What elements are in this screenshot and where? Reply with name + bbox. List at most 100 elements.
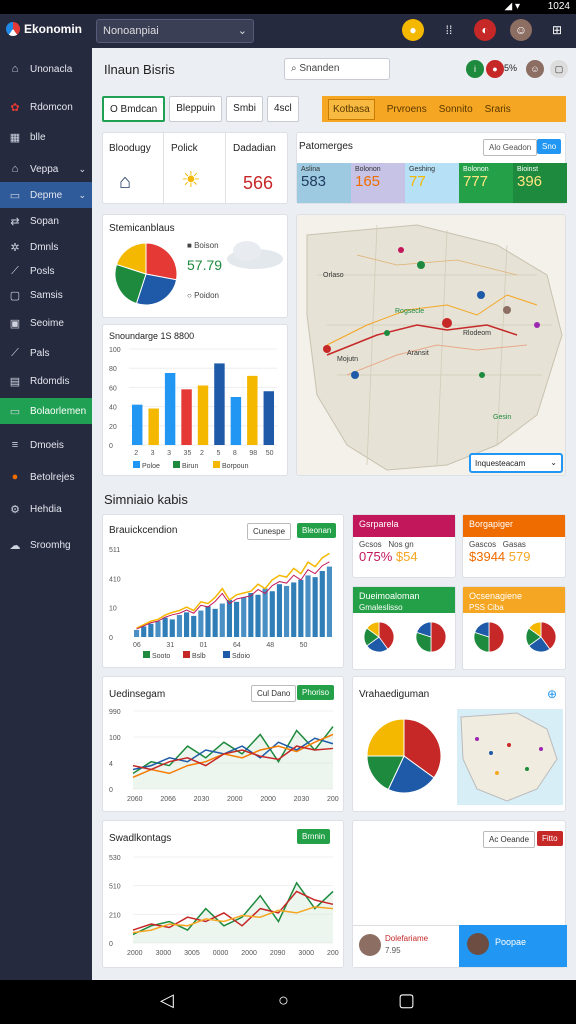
data-button[interactable]: Cul Dano: [251, 685, 297, 702]
bar[interactable]: [226, 600, 232, 637]
bar[interactable]: [241, 597, 247, 637]
sidebar-item-sroomhg[interactable]: ☁ Sroomhg: [0, 532, 92, 558]
bar[interactable]: [134, 629, 140, 637]
bar[interactable]: [148, 623, 154, 637]
sidebar-item-depme[interactable]: ▭ Depme ⌄: [0, 182, 92, 208]
compare-button[interactable]: Cunespe: [247, 523, 292, 540]
tab-fourth[interactable]: 4scl: [266, 96, 299, 122]
bar[interactable]: [169, 619, 175, 637]
sidebar-item-samsis[interactable]: ▢ Samsis: [0, 282, 92, 308]
bar[interactable]: [197, 385, 209, 445]
sidebar-item-hehdia[interactable]: ⚙ Hehdia: [0, 496, 92, 522]
more-icon[interactable]: ▢: [550, 60, 568, 78]
pie-slice[interactable]: [145, 243, 177, 281]
bar[interactable]: [262, 588, 268, 637]
ranges-button[interactable]: Alo Geadon: [483, 139, 538, 156]
bar[interactable]: [184, 612, 190, 637]
pie-slice[interactable]: [430, 621, 447, 653]
tab-prvroens[interactable]: Prvroens: [387, 104, 427, 115]
bar[interactable]: [214, 363, 225, 445]
bar[interactable]: [162, 617, 168, 637]
sidebar-item-blle[interactable]: ▦ blle: [0, 124, 92, 150]
bar[interactable]: [176, 615, 182, 637]
user-icon[interactable]: ●: [486, 60, 504, 78]
bar[interactable]: [205, 606, 211, 637]
bar[interactable]: [181, 389, 192, 445]
summary-card[interactable]: Dueimoaloman Gmaleslisso: [352, 586, 456, 670]
bar[interactable]: [230, 397, 242, 445]
run-button[interactable]: Brnnin: [297, 829, 331, 844]
filter-button[interactable]: Fitto: [537, 831, 563, 846]
bar[interactable]: [212, 608, 218, 637]
recents-icon[interactable]: ▢: [398, 990, 415, 1011]
tab-overview[interactable]: O Bmdcan: [102, 96, 166, 122]
tab-second[interactable]: Bleppuin: [169, 96, 223, 122]
status-icon[interactable]: i: [466, 60, 484, 78]
range-cell[interactable]: Bolonon 777: [459, 163, 513, 203]
search-input[interactable]: ⌕ Snanden: [284, 58, 390, 80]
sidebar-item-veppa[interactable]: ⌂ Veppa ⌄: [0, 156, 92, 182]
summary-card[interactable]: Ocsenagiene PSS Ciba: [462, 586, 566, 670]
bar[interactable]: [132, 404, 143, 445]
summary-card[interactable]: Borgapiger Gascos Gasas $3944 579: [462, 514, 566, 578]
sidebar-item-dmoeis[interactable]: ≡ Dmoeis: [0, 432, 92, 458]
bar[interactable]: [276, 584, 282, 637]
bar[interactable]: [155, 621, 161, 637]
add-button[interactable]: Ac Oeande: [483, 831, 536, 848]
bar[interactable]: [248, 593, 254, 637]
bar[interactable]: [198, 610, 204, 637]
bar[interactable]: [312, 577, 318, 637]
bar[interactable]: [319, 571, 325, 637]
bar[interactable]: [219, 603, 225, 637]
range-cell[interactable]: Bioinst 396: [513, 163, 567, 203]
tab-third[interactable]: Smbi: [226, 96, 263, 122]
pin-icon[interactable]: ⊕: [547, 687, 557, 701]
tab-sraris[interactable]: Sraris: [485, 104, 511, 115]
notification-icon[interactable]: ●: [402, 19, 424, 41]
bar[interactable]: [191, 615, 197, 637]
sidebar-item-rdomcon[interactable]: ✿ Rdomcon: [0, 94, 92, 120]
range-cell[interactable]: Aslina 583: [297, 163, 351, 203]
range-cell[interactable]: Geshing 77: [405, 163, 459, 203]
grid-icon[interactable]: ⊞: [546, 19, 568, 41]
filter-button[interactable]: Bleonan: [297, 523, 337, 538]
bar[interactable]: [141, 626, 147, 637]
bar[interactable]: [247, 375, 258, 445]
ranges-blue-button[interactable]: Sno: [537, 139, 562, 154]
summary-card[interactable]: Gsrparela Gcsos Nos gn 075% $54: [352, 514, 456, 578]
pie-slice[interactable]: [367, 719, 405, 757]
bar[interactable]: [164, 373, 176, 445]
print-button[interactable]: Phoriso: [297, 685, 335, 700]
pie-slice[interactable]: [488, 621, 505, 653]
bar[interactable]: [263, 391, 274, 445]
sidebar-item-sopan[interactable]: ⇄ Sopan: [0, 208, 92, 234]
bar[interactable]: [305, 575, 311, 637]
person-card[interactable]: Dolefariame 7.95: [353, 925, 459, 967]
bar[interactable]: [284, 585, 290, 637]
person-card[interactable]: Poopae: [459, 925, 567, 967]
sidebar-item-rdomdis[interactable]: ▤ Rdomdis: [0, 368, 92, 394]
chat-icon[interactable]: ◐: [474, 19, 496, 41]
bar[interactable]: [255, 594, 261, 637]
bar[interactable]: [269, 591, 275, 637]
sidebar-item-pals[interactable]: ⟋ Pals: [0, 340, 92, 366]
bar[interactable]: [291, 582, 297, 637]
apps-icon[interactable]: ⁞⁞: [438, 19, 460, 41]
sidebar-item-bolaorlemen[interactable]: ▭ Bolaorlemen: [0, 398, 92, 424]
bar[interactable]: [234, 601, 240, 637]
avatar[interactable]: ☺: [510, 19, 532, 41]
tab-kotbasa[interactable]: Kotbasa: [328, 98, 375, 120]
map-dropdown[interactable]: Inquesteacam ⌄: [469, 453, 563, 473]
sidebar-item-dmnls[interactable]: ✲ Dmnls: [0, 234, 92, 260]
avatar[interactable]: ☺: [526, 60, 544, 78]
back-icon[interactable]: ◁: [160, 990, 174, 1011]
sidebar-item-betolrejes[interactable]: ● Betolrejes: [0, 464, 92, 490]
workspace-select[interactable]: Nonoanpiai ⌄: [96, 19, 254, 43]
bar[interactable]: [148, 408, 159, 445]
range-cell[interactable]: Bolonon 165: [351, 163, 405, 203]
sidebar-item-unonacla[interactable]: ⌂ Unonacla: [0, 56, 92, 82]
app-brand[interactable]: Ekonomin: [6, 22, 82, 36]
home-icon[interactable]: ○: [278, 990, 289, 1011]
bar[interactable]: [326, 566, 332, 637]
bar[interactable]: [298, 579, 304, 637]
